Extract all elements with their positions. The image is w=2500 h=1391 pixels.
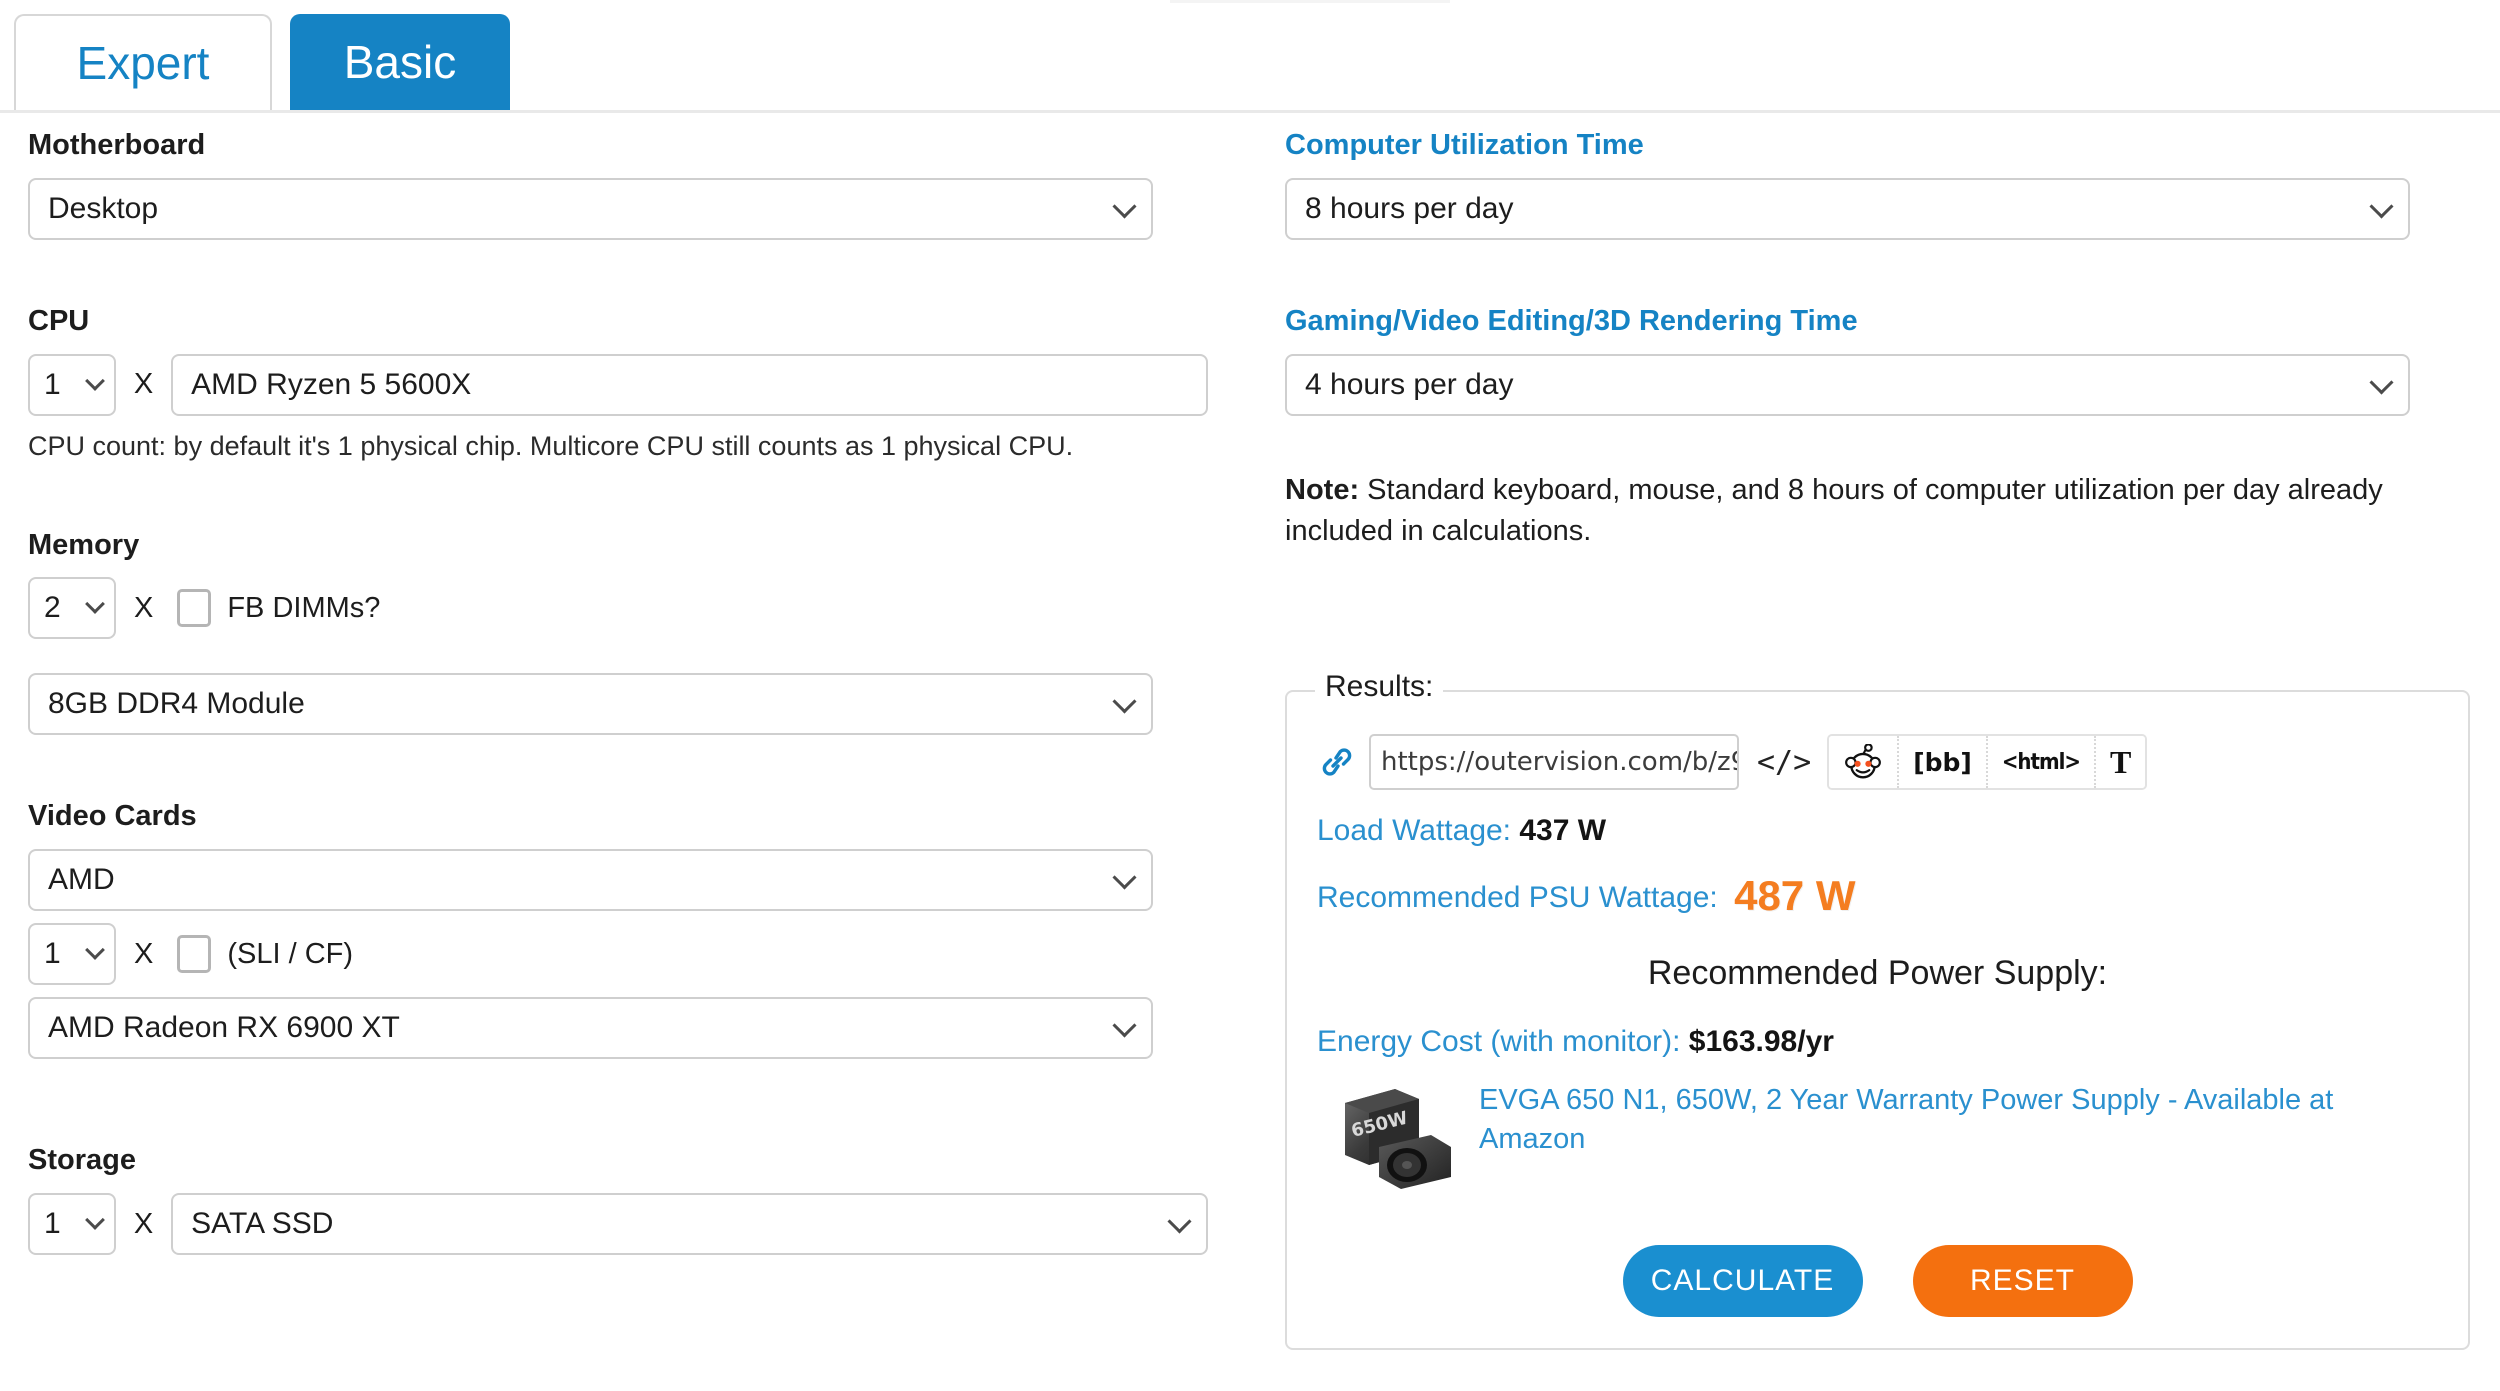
recommended-power-supply-title: Recommended Power Supply: [1317, 954, 2438, 993]
memory-multiplier-symbol: X [134, 592, 153, 625]
cpu-row: 1 X AMD Ryzen 5 5600X [28, 354, 1208, 416]
utilization-time-select[interactable]: 8 hours per day [1285, 178, 2410, 240]
link-icon[interactable] [1317, 747, 1361, 777]
psu-product-image: 650W [1339, 1085, 1457, 1195]
storage-type-value: SATA SSD [191, 1207, 333, 1241]
psu-calculator-page: Expert Basic Motherboard Desktop CPU 1 X… [0, 0, 2500, 1391]
recommended-psu-label: Recommended PSU Wattage: [1317, 881, 1718, 914]
video-card-count-select[interactable]: 1 [28, 923, 116, 985]
share-toolbar: https://outervision.com/b/z9gSqT </> [1317, 734, 2438, 790]
tab-bar: Expert Basic [0, 0, 2500, 113]
cpu-model-input[interactable]: AMD Ryzen 5 5600X [171, 354, 1208, 416]
note-text: Note: Standard keyboard, mouse, and 8 ho… [1285, 470, 2460, 552]
video-card-brand-value: AMD [48, 863, 115, 897]
fb-dimms-checkbox[interactable] [177, 589, 211, 627]
storage-label: Storage [28, 1145, 1208, 1177]
chevron-down-icon [85, 1210, 105, 1230]
reset-button[interactable]: RESET [1913, 1245, 2133, 1317]
cpu-count-value: 1 [44, 368, 61, 402]
note-prefix: Note: [1285, 474, 1359, 506]
memory-count-value: 2 [44, 591, 61, 625]
chevron-down-icon [2369, 370, 2393, 394]
video-card-brand-select[interactable]: AMD [28, 849, 1153, 911]
cpu-multiplier-symbol: X [134, 368, 153, 401]
cpu-model-value: AMD Ryzen 5 5600X [191, 368, 471, 402]
recommended-psu-value: 487 W [1734, 872, 1855, 919]
chevron-down-icon [1112, 194, 1136, 218]
energy-cost-row: Energy Cost (with monitor): $163.98/yr [1317, 1025, 2438, 1059]
load-wattage-value: 437 W [1519, 814, 1606, 847]
load-wattage-label: Load Wattage: [1317, 814, 1511, 847]
tab-expert-label: Expert [77, 36, 210, 90]
video-card-multiplier-symbol: X [134, 938, 153, 971]
chevron-down-icon [2369, 194, 2393, 218]
storage-type-select[interactable]: SATA SSD [171, 1193, 1208, 1255]
reset-button-label: RESET [1970, 1264, 2075, 1298]
storage-row: 1 X SATA SSD [28, 1193, 1208, 1255]
chevron-down-icon [85, 371, 105, 391]
chevron-down-icon [1112, 866, 1136, 890]
left-column: Motherboard Desktop CPU 1 X AMD Ryzen 5 … [28, 130, 1208, 1255]
psu-product-row: 650W EVGA 650 N1, 650W, 2 Year Warranty … [1317, 1081, 2438, 1195]
video-card-count-row: 1 X (SLI / CF) [28, 923, 1208, 985]
utilization-time-value: 8 hours per day [1305, 192, 1513, 226]
cpu-count-select[interactable]: 1 [28, 354, 116, 416]
memory-module-select[interactable]: 8GB DDR4 Module [28, 673, 1153, 735]
calculate-button[interactable]: CALCULATE [1623, 1245, 1863, 1317]
sli-cf-checkbox[interactable] [177, 935, 211, 973]
chevron-down-icon [85, 595, 105, 615]
plaintext-button[interactable]: T [2096, 736, 2145, 788]
fb-dimms-label: FB DIMMs? [227, 592, 380, 625]
memory-count-select[interactable]: 2 [28, 577, 116, 639]
chevron-down-icon [1112, 1014, 1136, 1038]
memory-count-row: 2 X FB DIMMs? [28, 577, 1208, 639]
bbcode-button[interactable]: [bb] [1899, 736, 1988, 788]
utilization-time-label: Computer Utilization Time [1285, 130, 2475, 162]
energy-cost-label: Energy Cost (with monitor): [1317, 1025, 1680, 1058]
tab-basic-label: Basic [344, 35, 456, 89]
storage-multiplier-symbol: X [134, 1208, 153, 1241]
video-card-model-value: AMD Radeon RX 6900 XT [48, 1011, 400, 1045]
memory-module-value: 8GB DDR4 Module [48, 687, 305, 721]
motherboard-label: Motherboard [28, 130, 1208, 162]
storage-count-select[interactable]: 1 [28, 1193, 116, 1255]
gaming-time-select[interactable]: 4 hours per day [1285, 354, 2410, 416]
video-card-count-value: 1 [44, 937, 61, 971]
tab-basic[interactable]: Basic [290, 14, 510, 110]
chevron-down-icon [85, 940, 105, 960]
cpu-count-hint: CPU count: by default it's 1 physical ch… [28, 430, 1208, 464]
energy-cost-value: $163.98/yr [1689, 1025, 1834, 1058]
reddit-icon[interactable] [1829, 736, 1899, 788]
cpu-label: CPU [28, 306, 1208, 338]
recommended-psu-row: Recommended PSU Wattage: 487 W [1317, 872, 2438, 920]
share-url-value: https://outervision.com/b/z9gSqT [1381, 747, 1739, 777]
chevron-down-icon [1112, 690, 1136, 714]
note-body: Standard keyboard, mouse, and 8 hours of… [1285, 474, 2383, 547]
tab-expert[interactable]: Expert [14, 14, 272, 110]
html-button[interactable]: <html> [1988, 736, 2096, 788]
storage-count-value: 1 [44, 1207, 61, 1241]
video-card-model-select[interactable]: AMD Radeon RX 6900 XT [28, 997, 1153, 1059]
gaming-time-value: 4 hours per day [1305, 368, 1513, 402]
video-cards-label: Video Cards [28, 801, 1208, 833]
motherboard-value: Desktop [48, 192, 158, 226]
results-panel: Results: https://outervision.com/b/z9gSq… [1285, 690, 2470, 1350]
memory-label: Memory [28, 530, 1208, 562]
share-format-group: [bb] <html> T [1827, 734, 2147, 790]
calculate-button-label: CALCULATE [1651, 1264, 1835, 1298]
load-wattage-row: Load Wattage: 437 W [1317, 814, 2438, 848]
motherboard-select[interactable]: Desktop [28, 178, 1153, 240]
share-url-input[interactable]: https://outervision.com/b/z9gSqT [1369, 734, 1739, 790]
gaming-time-label: Gaming/Video Editing/3D Rendering Time [1285, 306, 2475, 338]
chevron-down-icon [1167, 1210, 1191, 1234]
sli-cf-label: (SLI / CF) [227, 938, 353, 971]
action-buttons: CALCULATE RESET [1317, 1245, 2438, 1317]
right-column: Computer Utilization Time 8 hours per da… [1285, 130, 2475, 552]
embed-code-icon[interactable]: </> [1757, 745, 1811, 780]
psu-product-link[interactable]: EVGA 650 N1, 650W, 2 Year Warranty Power… [1479, 1081, 2359, 1159]
results-legend: Results: [1315, 670, 1443, 704]
